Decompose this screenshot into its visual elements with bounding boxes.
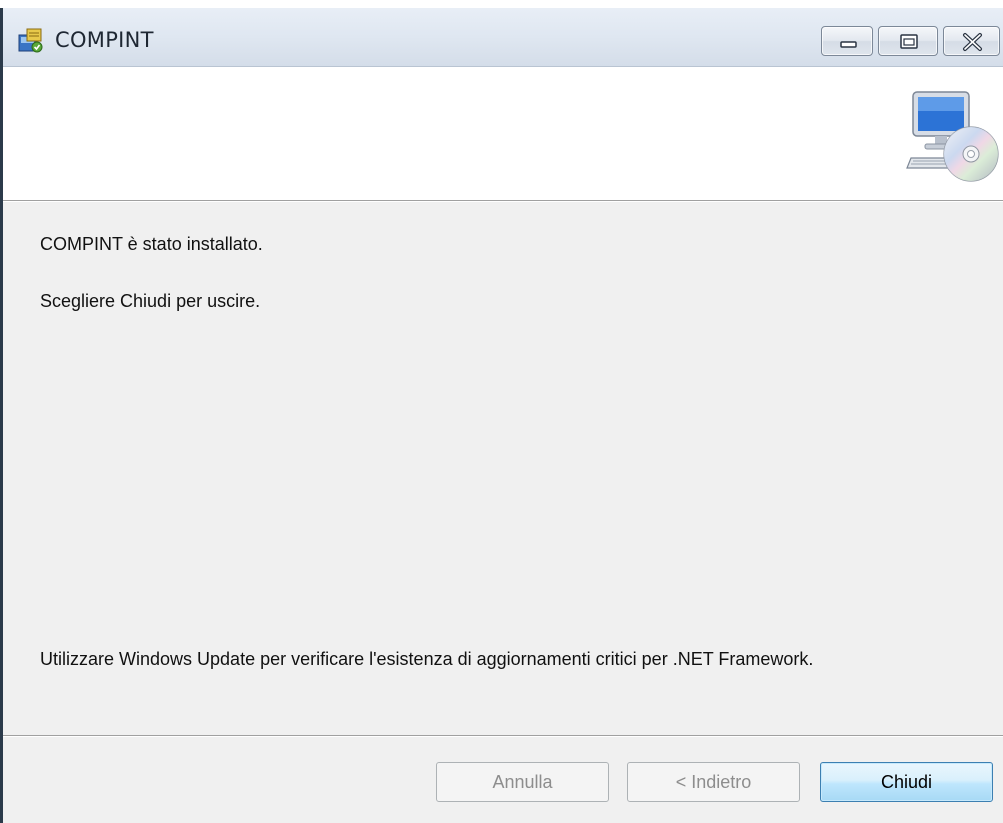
close-instruction: Scegliere Chiudi per uscire. (40, 291, 261, 311)
installer-window: COMPINT COMPINT è stato installato. Sceg… (0, 8, 1003, 823)
banner-divider-highlight (3, 201, 1003, 202)
title-bar[interactable]: COMPINT (3, 8, 1003, 67)
minimize-icon (840, 41, 857, 48)
close-icon (963, 33, 982, 51)
window-title: COMPINT (55, 28, 154, 52)
close-button[interactable]: Chiudi (820, 762, 993, 802)
cancel-button[interactable]: Annulla (436, 762, 609, 802)
back-button[interactable]: < Indietro (627, 762, 800, 802)
installer-package-icon (16, 26, 44, 54)
cropped-background-strip (0, 0, 1003, 8)
footer-divider-highlight (3, 736, 1003, 737)
minimize-button[interactable] (821, 26, 873, 56)
maximize-icon (900, 34, 918, 49)
close-window-button[interactable] (943, 26, 1000, 56)
computer-cd-setup-icon (905, 88, 1001, 184)
installed-message: COMPINT è stato installato. (40, 234, 263, 254)
maximize-button[interactable] (878, 26, 938, 56)
header-banner (3, 67, 1003, 201)
windows-update-notice: Utilizzare Windows Update per verificare… (40, 649, 814, 669)
